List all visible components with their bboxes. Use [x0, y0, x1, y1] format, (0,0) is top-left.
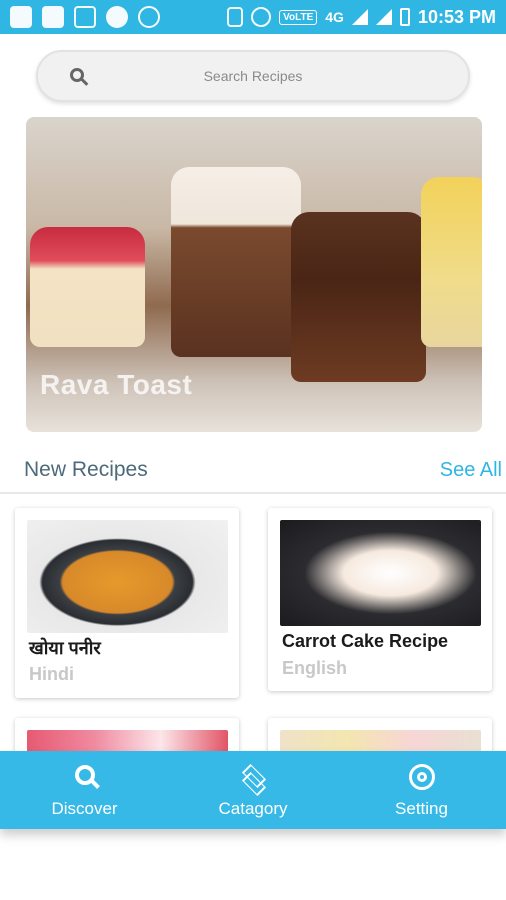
featured-banner[interactable]: Rava Toast [26, 117, 482, 432]
app-b-icon [74, 6, 96, 28]
network-type: 4G [325, 9, 344, 25]
recipe-language: Hindi [29, 664, 74, 684]
dessert-glass-image [421, 177, 482, 347]
notification-icons [0, 6, 160, 28]
search-icon [74, 765, 95, 785]
clock: 10:53 PM [417, 6, 496, 27]
nav-label: Discover [51, 799, 118, 818]
section-title: New Recipes [24, 458, 148, 481]
recipe-card[interactable]: Carrot Cake Recipe English [268, 508, 492, 691]
see-all-link[interactable]: See All [440, 459, 502, 482]
status-bar: VoLTE 4G 10:53 PM [0, 0, 506, 34]
search-input[interactable]: Search Recipes [38, 68, 468, 84]
volte-badge: VoLTE [279, 9, 318, 25]
recipe-image [280, 520, 481, 626]
nav-label: Catagory [218, 799, 288, 818]
recipe-language: English [282, 658, 348, 678]
dessert-glass-image [30, 227, 145, 347]
battery-icon [399, 8, 410, 26]
message-icon [10, 6, 32, 28]
nav-label: Setting [395, 799, 448, 818]
signal-icon [351, 9, 368, 25]
recipe-title: Carrot Cake Recipe [282, 631, 449, 651]
layers-icon [238, 767, 268, 789]
signal-icon-2 [375, 9, 392, 25]
gear-icon [408, 764, 435, 790]
recipe-title: खोया पनीर [29, 638, 101, 658]
nav-setting[interactable]: Setting [337, 751, 506, 829]
shield-icon [42, 6, 64, 28]
nav-category[interactable]: Catagory [169, 751, 337, 829]
banner-title: Rava Toast [40, 369, 193, 400]
nav-discover[interactable]: Discover [0, 751, 169, 829]
alarm-icon [251, 7, 272, 27]
dessert-glass-image [291, 212, 426, 382]
bottom-navigation: Discover Catagory Setting [0, 751, 506, 829]
recipe-card[interactable]: खोया पनीर Hindi [15, 508, 239, 698]
vibrate-icon [227, 7, 244, 27]
recipe-image [27, 520, 228, 633]
divider [0, 492, 506, 494]
chat-icon [106, 6, 128, 28]
whatsapp-icon [138, 6, 160, 28]
system-icons: VoLTE 4G 10:53 PM [227, 7, 506, 28]
search-bar[interactable]: Search Recipes [36, 50, 470, 102]
dessert-glass-image [171, 167, 301, 357]
